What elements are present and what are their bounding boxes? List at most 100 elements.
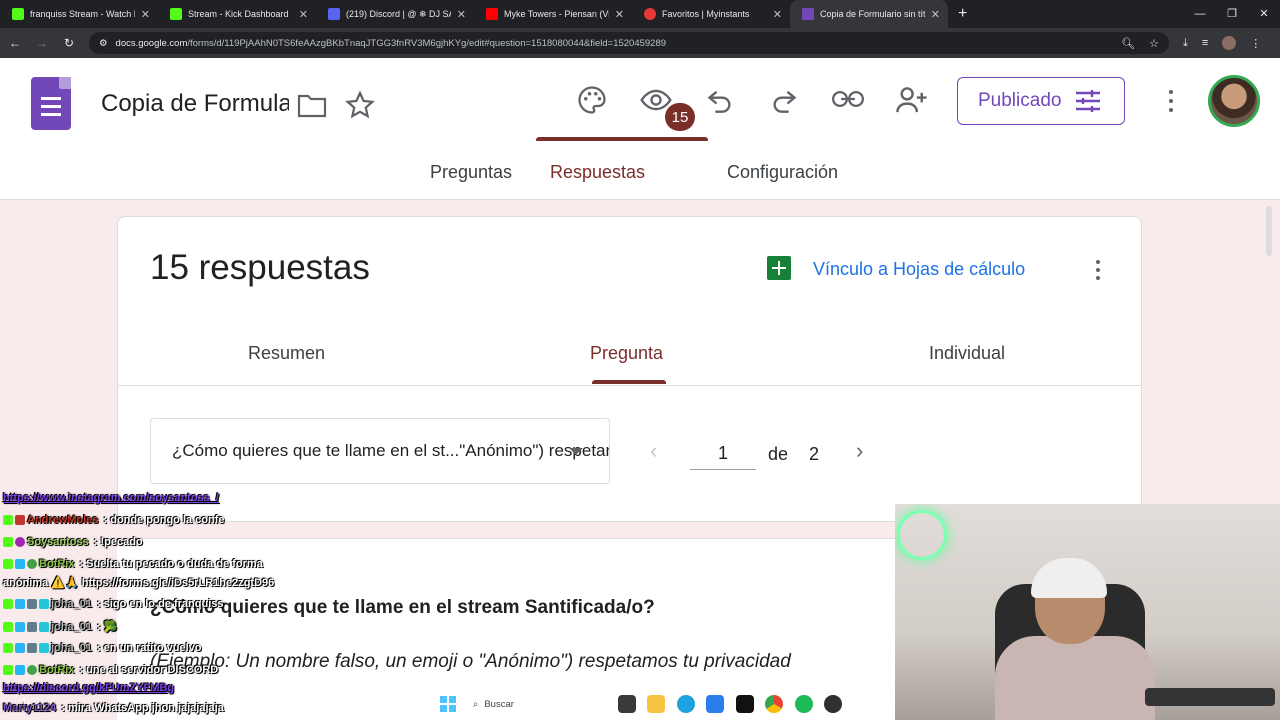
chat-message: joha_01: en un ratito vuelvo <box>3 642 201 654</box>
browser-tab[interactable]: Stream - Kick Dashboard ✕ <box>158 0 316 28</box>
chat-message: BotRix: une al servidor DISCORD <box>3 664 218 676</box>
star-icon[interactable] <box>345 90 375 120</box>
download-icon[interactable]: ⤓ <box>1183 37 1188 50</box>
site-info-icon[interactable]: ⚙ <box>99 38 108 49</box>
gift-badge-icon <box>39 621 49 632</box>
spotify-icon[interactable] <box>795 695 813 713</box>
back-icon[interactable]: ← <box>3 36 27 50</box>
address-bar[interactable]: ⚙ docs.google.com/forms/d/119PjAAhN0TS6f… <box>89 32 1169 54</box>
minimize-icon[interactable]: — <box>1184 0 1216 28</box>
close-tab-icon[interactable]: ✕ <box>457 8 466 21</box>
shield-badge-icon <box>27 599 37 609</box>
next-page-icon[interactable]: › <box>856 438 863 464</box>
close-tab-icon[interactable]: ✕ <box>931 8 940 21</box>
tune-sliders-icon <box>1076 90 1101 112</box>
question-dropdown[interactable]: ¿Cómo quieres que te llame en el st..."A… <box>150 418 610 484</box>
tab-responses[interactable]: Respuestas <box>550 162 645 183</box>
search-icon: ⌕ <box>473 698 479 710</box>
chat-message: Soysantoss: !pecado <box>3 536 143 548</box>
kick-badge-icon <box>3 515 13 525</box>
close-tab-icon[interactable]: ✕ <box>615 8 624 21</box>
media-control-icon[interactable]: ≡ <box>1202 37 1208 49</box>
link-icon[interactable] <box>832 88 864 110</box>
bot-badge-icon <box>15 599 25 609</box>
close-tab-icon[interactable]: ✕ <box>773 8 782 21</box>
page-of-label: de <box>768 444 789 464</box>
chrome-icon[interactable] <box>765 695 783 713</box>
restore-icon[interactable]: ❐ <box>1216 0 1248 28</box>
bookmark-star-icon[interactable]: ☆ <box>1149 37 1159 50</box>
subtab-question[interactable]: Pregunta <box>590 343 663 364</box>
profile-avatar-icon[interactable] <box>1222 36 1237 50</box>
browser-tab-active[interactable]: Copia de Formulario sin título✕ <box>790 0 948 28</box>
document-title[interactable]: Copia de Formulario sin título <box>101 90 289 124</box>
windows-start-icon[interactable] <box>440 696 456 712</box>
shield-badge-icon <box>27 643 37 653</box>
forms-header: Copia de Formulario sin título Publicado… <box>0 58 1280 200</box>
browser-tab[interactable]: Myke Towers - Piensan (Vid ✕ <box>474 0 632 28</box>
google-forms-logo-icon[interactable] <box>31 77 71 130</box>
scrollbar[interactable] <box>1266 206 1272 256</box>
youtube-favicon-icon <box>486 8 498 20</box>
store-icon[interactable] <box>706 695 724 713</box>
taskbar-search-placeholder: Buscar <box>484 698 514 710</box>
browser-tab[interactable]: franquiss Stream - Watch Live o✕ <box>0 0 158 28</box>
forward-icon[interactable]: → <box>30 36 54 50</box>
browser-tab[interactable]: (219) Discord | @ ❄ DJ SANRO✕ <box>316 0 474 28</box>
task-view-icon[interactable] <box>618 695 636 713</box>
moderator-badge-icon <box>15 515 25 525</box>
google-sheets-icon[interactable] <box>767 256 791 280</box>
palette-icon[interactable] <box>577 85 607 115</box>
zoom-icon[interactable]: 🔍︎ <box>1121 37 1135 50</box>
page-number-input[interactable]: 1 <box>690 440 756 470</box>
new-tab-button[interactable]: + <box>958 5 967 23</box>
browser-tab[interactable]: Favoritos | Myinstants ✕ <box>632 0 790 28</box>
taskbar-search[interactable]: ⌕ Buscar <box>465 693 610 715</box>
close-tab-icon[interactable]: ✕ <box>299 8 308 21</box>
tab-settings[interactable]: Configuración <box>727 162 838 183</box>
link-to-sheets[interactable]: Vínculo a Hojas de cálculo <box>813 259 1025 280</box>
subtab-summary[interactable]: Resumen <box>248 343 325 364</box>
url-path: /forms/d/119PjAAhN0TS6feAAzgBKbTnaqJTGG3… <box>187 37 667 49</box>
url-host: docs.google.com <box>115 37 188 49</box>
tab-questions[interactable]: Preguntas <box>430 162 512 183</box>
subtab-individual[interactable]: Individual <box>929 343 1005 364</box>
responses-count-badge: 15 <box>665 103 695 131</box>
chrome-menu-icon[interactable]: ⋮ <box>1250 37 1261 50</box>
yahoo-icon[interactable] <box>736 695 754 713</box>
active-tab-indicator <box>536 137 708 141</box>
redo-icon[interactable] <box>770 87 798 113</box>
folder-icon[interactable] <box>297 92 327 118</box>
close-tab-icon[interactable]: ✕ <box>141 8 150 21</box>
weather-temperature[interactable]: 11°C <box>22 697 39 706</box>
obs-icon[interactable] <box>824 695 842 713</box>
page-total: 2 <box>809 444 820 464</box>
undo-icon[interactable] <box>706 87 734 113</box>
form-tabs: Preguntas Respuestas Configuración <box>0 154 1280 200</box>
microphone <box>1145 688 1275 706</box>
neon-smiley-decoration <box>897 510 947 560</box>
more-options-icon[interactable] <box>1160 88 1182 114</box>
chat-message: https://discord.gg/kFUmZYFMBg <box>3 682 175 694</box>
file-explorer-icon[interactable] <box>647 695 665 713</box>
close-window-icon[interactable]: ✕ <box>1248 0 1280 28</box>
publish-button[interactable]: Publicado <box>957 77 1125 125</box>
dropdown-arrow-icon <box>569 448 583 455</box>
edge-icon[interactable] <box>677 695 695 713</box>
account-avatar[interactable] <box>1208 75 1260 127</box>
reload-icon[interactable]: ↻ <box>57 36 81 50</box>
previous-page-icon[interactable]: ‹ <box>650 438 657 464</box>
shield-badge-icon <box>27 621 37 632</box>
forms-favicon-icon <box>802 8 814 20</box>
kick-badge-icon <box>3 643 13 653</box>
active-subtab-indicator <box>592 380 666 384</box>
add-collaborator-icon[interactable] <box>895 85 929 115</box>
kick-favicon-icon <box>170 8 182 20</box>
question-dropdown-value: ¿Cómo quieres que te llame en el st..."A… <box>172 441 609 460</box>
responses-more-icon[interactable] <box>1092 258 1104 282</box>
myinstants-favicon-icon <box>644 8 656 20</box>
kick-badge-icon <box>3 665 13 675</box>
kick-badge-icon <box>3 537 13 547</box>
bot-badge-icon <box>15 621 25 632</box>
chat-message: joha_01: sigo en lo de franquiss <box>3 598 224 610</box>
